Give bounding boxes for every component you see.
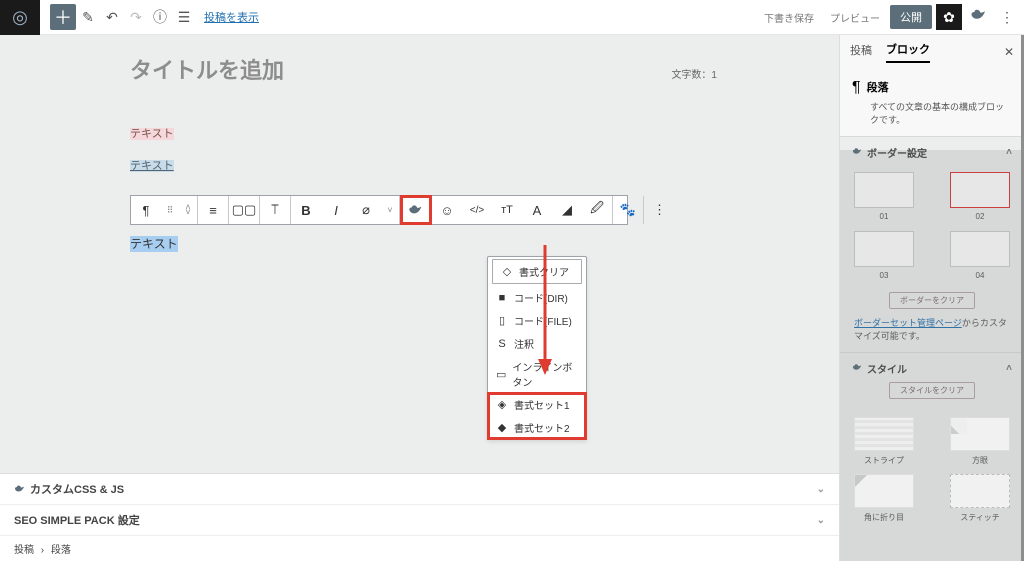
margin-icon[interactable]: ⟙ <box>260 195 290 225</box>
add-block-button[interactable]: ＋ <box>50 4 76 30</box>
whale-icon[interactable] <box>966 6 992 29</box>
preview-button[interactable]: プレビュー <box>824 10 886 25</box>
chevron-down-icon: ⌄ <box>817 484 825 495</box>
dd-clear-format[interactable]: ◇ 書式クリア <box>492 259 582 284</box>
s-icon: S <box>496 338 508 350</box>
dd-code-dir[interactable]: ■ コード(DIR) <box>488 286 586 309</box>
chevron-down-icon[interactable]: ˅ <box>381 195 399 225</box>
align-icon[interactable]: ≡ <box>198 195 228 225</box>
dd-format-set-1[interactable]: ◈ 書式セット1 <box>488 393 586 416</box>
layers-icon: ◈ <box>496 398 508 411</box>
paragraph-icon[interactable]: ¶ <box>131 195 161 225</box>
sidebar-tabs: 投稿 ブロック ✕ <box>840 35 1024 69</box>
block-desc: すべての文章の基本の構成ブロックです。 <box>870 101 1012 126</box>
word-count: 文字数：1 <box>671 66 717 81</box>
whale-icon <box>14 483 26 495</box>
tab-block[interactable]: ブロック <box>886 41 930 63</box>
sidebar: 投稿 ブロック ✕ ¶ 段落 すべての文章の基本の構成ブロックです。 ボーダー設… <box>839 35 1024 561</box>
topbar: ◎ ＋ ✎ ↶ ↷ ⓘ ☰ 投稿を表示 下書き保存 プレビュー 公開 ✿ ⋮ <box>0 0 1024 35</box>
redo-icon[interactable]: ↷ <box>124 0 148 35</box>
info-icon[interactable]: ⓘ <box>148 0 172 35</box>
bold-icon[interactable]: B <box>291 195 321 225</box>
sb-block-info: ¶ 段落 すべての文章の基本の構成ブロックです。 <box>840 69 1024 136</box>
format-dropdown: ◇ 書式クリア ■ コード(DIR) ▯ コード(FILE) S 注釈 ▭ イン… <box>487 256 587 440</box>
main: タイトルを追加 文字数：1 テキスト テキスト ¶ ⠿ ˄˅ ≡ ▢▢ ⟙ <box>0 35 1024 561</box>
more-options-icon[interactable]: ⋮ <box>644 195 674 225</box>
pencil-icon[interactable]: ✎ <box>76 0 100 35</box>
outline-icon[interactable]: ☰ <box>172 0 196 35</box>
view-post-link[interactable]: 投稿を表示 <box>204 9 259 25</box>
topbar-left: ◎ ＋ ✎ ↶ ↷ ⓘ ☰ 投稿を表示 <box>0 0 259 34</box>
block-toolbar: ¶ ⠿ ˄˅ ≡ ▢▢ ⟙ B I ⌀ ˅ <box>130 195 628 225</box>
dd-format-set-2[interactable]: ◆ 書式セット2 <box>488 416 586 439</box>
paw-icon[interactable]: 🐾 <box>613 195 643 225</box>
marker-icon[interactable]: ◢ <box>552 195 582 225</box>
paragraph-icon: ¶ <box>852 79 861 97</box>
close-sidebar-icon[interactable]: ✕ <box>1004 45 1014 59</box>
breadcrumb: 投稿 › 段落 <box>0 536 839 561</box>
text-block-1[interactable]: テキスト <box>130 125 839 141</box>
eraser-icon: ◇ <box>501 265 513 278</box>
editor: タイトルを追加 文字数：1 テキスト テキスト ¶ ⠿ ˄˅ ≡ ▢▢ ⟙ <box>0 35 839 561</box>
tab-post[interactable]: 投稿 <box>850 42 872 62</box>
link-icon[interactable]: ⌀ <box>351 195 381 225</box>
seo-panel[interactable]: SEO SIMPLE PACK 設定 ⌄ <box>0 505 839 536</box>
site-logo[interactable]: ◎ <box>0 0 40 35</box>
columns-icon[interactable]: ▢▢ <box>229 195 259 225</box>
emoji-icon[interactable]: ☺ <box>432 195 462 225</box>
dd-inline-button[interactable]: ▭ インラインボタン <box>488 355 586 393</box>
code-icon[interactable]: </> <box>462 195 492 225</box>
file-icon: ▯ <box>496 314 508 327</box>
bottom-panels: カスタムCSS & JS ⌄ SEO SIMPLE PACK 設定 ⌄ 投稿 ›… <box>0 473 839 561</box>
block-name: 段落 <box>867 79 889 95</box>
italic-icon[interactable]: I <box>321 195 351 225</box>
custom-css-panel[interactable]: カスタムCSS & JS ⌄ <box>0 474 839 505</box>
layers-icon: ◆ <box>496 421 508 434</box>
more-icon[interactable]: ⋮ <box>996 9 1018 26</box>
settings-gear-icon[interactable]: ✿ <box>936 4 962 30</box>
post-title-placeholder[interactable]: タイトルを追加 <box>130 53 284 85</box>
rect-icon: ▭ <box>496 368 506 381</box>
text-block-2[interactable]: テキスト <box>130 157 839 173</box>
undo-icon[interactable]: ↶ <box>100 0 124 35</box>
whale-format-button[interactable] <box>400 195 432 225</box>
title-row: タイトルを追加 文字数：1 <box>0 53 839 85</box>
folder-icon: ■ <box>496 292 508 304</box>
drag-handle-icon[interactable]: ⠿ <box>161 195 179 225</box>
dd-code-file[interactable]: ▯ コード(FILE) <box>488 309 586 332</box>
pen-icon[interactable]: 🖉 <box>582 195 612 225</box>
textsize-icon[interactable]: тT <box>492 195 522 225</box>
publish-button[interactable]: 公開 <box>890 5 932 29</box>
save-draft-button[interactable]: 下書き保存 <box>758 10 820 25</box>
font-icon[interactable]: A <box>522 195 552 225</box>
selected-text-block[interactable]: テキスト <box>130 235 839 252</box>
topbar-right: 下書き保存 プレビュー 公開 ✿ ⋮ <box>758 4 1024 30</box>
dd-annotation[interactable]: S 注釈 <box>488 332 586 355</box>
move-arrows-icon[interactable]: ˄˅ <box>179 195 197 225</box>
editor-scroll: タイトルを追加 文字数：1 テキスト テキスト ¶ ⠿ ˄˅ ≡ ▢▢ ⟙ <box>0 35 839 473</box>
chevron-down-icon: ⌄ <box>817 515 825 526</box>
